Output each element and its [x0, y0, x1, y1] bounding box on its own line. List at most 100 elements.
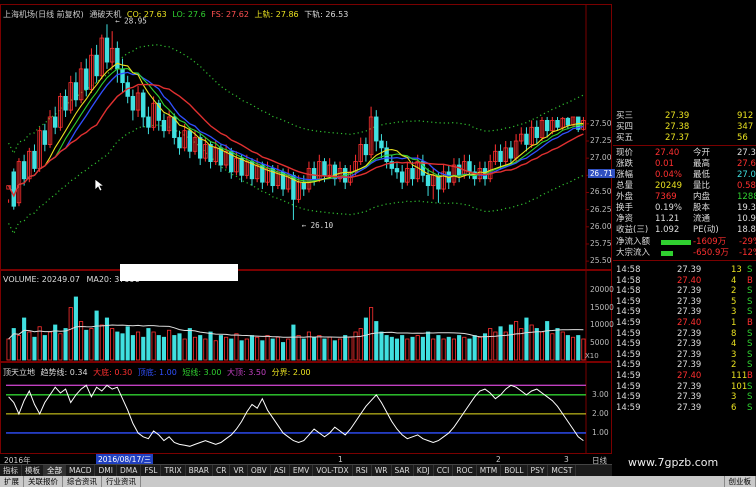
candle-body	[508, 147, 514, 159]
trade-tick-row: 14:58 27.40 4 B	[613, 276, 756, 286]
candle-body	[141, 92, 146, 118]
volume-bar	[327, 336, 332, 361]
volume-bar	[514, 321, 519, 361]
indicator-tab-指标[interactable]: 指标	[0, 465, 22, 476]
tick-time: 14:58	[616, 275, 641, 286]
volume-bar	[249, 335, 255, 361]
volume-bar	[560, 331, 565, 361]
flow-value: -1609万	[693, 237, 727, 247]
volume-bar	[431, 338, 436, 361]
tick-time: 14:59	[616, 296, 641, 307]
indicator-tab-fsl[interactable]: FSL	[141, 465, 162, 476]
indicator-tab-mtm[interactable]: MTM	[477, 465, 502, 476]
candle-body	[394, 168, 400, 173]
volume-bar	[161, 336, 167, 361]
indicator-tab-boll[interactable]: BOLL	[501, 465, 528, 476]
tick-side: B	[747, 318, 753, 328]
indicator-tab-obv[interactable]: OBV	[248, 465, 271, 476]
nav-tab-3[interactable]: 行业资讯	[102, 476, 141, 487]
volume-bar	[73, 296, 78, 361]
stat-value: 27.05	[737, 170, 756, 180]
flow-pct: -29%	[739, 237, 756, 247]
tick-volume: 2	[731, 286, 737, 297]
indicator-tab-sar[interactable]: SAR	[392, 465, 414, 476]
bid-volume: 56	[737, 133, 748, 143]
indicator-tab-cr[interactable]: CR	[213, 465, 231, 476]
upper-band-value: 上轨: 27.86	[254, 10, 299, 19]
volume-bar	[363, 317, 368, 361]
tick-volume: 5	[731, 296, 737, 307]
indicator-tab-psy[interactable]: PSY	[528, 465, 549, 476]
tick-price: 27.39	[677, 381, 702, 392]
volume-y-tick: 15000	[590, 302, 614, 312]
volume-bar	[11, 328, 16, 361]
indicator-tab-asi[interactable]: ASI	[271, 465, 290, 476]
indicator-tab-rsi[interactable]: RSI	[353, 465, 372, 476]
volume-bar	[374, 321, 379, 361]
indicator-tab-trix[interactable]: TRIX	[161, 465, 186, 476]
indicator-tab-cci[interactable]: CCI	[434, 465, 454, 476]
candle-body	[410, 168, 415, 180]
nav-tab-2[interactable]: 综合资讯	[63, 476, 102, 487]
indicator-tab-dmi[interactable]: DMI	[95, 465, 117, 476]
stat-value: 11.21	[655, 214, 680, 224]
tick-time: 14:59	[616, 339, 641, 350]
volume-bar	[317, 335, 322, 361]
indicator-tab-brar[interactable]: BRAR	[186, 465, 214, 476]
tick-side: B	[747, 371, 753, 381]
volume-unit: X10	[585, 352, 599, 360]
legend-top: 大顶: 3.50	[226, 368, 267, 377]
volume-bar	[394, 338, 400, 361]
nav-tab-gem[interactable]: 创业板	[723, 476, 756, 487]
volume-bar	[529, 324, 534, 361]
indicator-y-tick: 2.00	[592, 408, 609, 418]
stat-value: 0.19%	[655, 203, 683, 213]
volume-bar	[275, 336, 280, 361]
date-mark-3: 3	[564, 455, 569, 464]
volume-bar	[312, 336, 317, 361]
volume-bar	[192, 336, 198, 361]
indicator-tab-全部[interactable]: 全部	[44, 465, 66, 476]
indicator-tab-macd[interactable]: MACD	[66, 465, 96, 476]
volume-bar	[53, 324, 58, 361]
indicator-tab-kdj[interactable]: KDJ	[414, 465, 434, 476]
indicator-tab-roc[interactable]: ROC	[453, 465, 477, 476]
stat-value: 0.04%	[655, 170, 683, 180]
volume-bar	[451, 338, 457, 361]
candle-body	[84, 68, 89, 90]
stat-value: 0.58	[737, 181, 756, 191]
indicator-tab-vol-tdx[interactable]: VOL-TDX	[313, 465, 353, 476]
volume-bar	[218, 335, 223, 361]
indicator-tab-模板[interactable]: 模板	[22, 465, 44, 476]
volume-y-tick: 20000	[590, 285, 614, 294]
indicator-tab-wr[interactable]: WR	[372, 465, 392, 476]
tick-side: S	[747, 349, 753, 360]
bid-label: 买四	[616, 122, 634, 132]
bottom-nav-bar: 扩展 关联报价 综合资讯 行业资讯 创业板	[0, 476, 756, 487]
chart-area[interactable]: ← 28.95 ← 26.10 上海机场(日线 前复权) 通破天机 CO: 27.…	[0, 0, 615, 470]
tick-volume: 101	[731, 381, 748, 392]
chart-canvas[interactable]: ← 28.95← 26.10	[0, 0, 612, 464]
candle-body	[311, 168, 317, 180]
indicator-tab-emv[interactable]: EMV	[290, 465, 314, 476]
indicator-tab-dma[interactable]: DMA	[117, 465, 142, 476]
candle-body	[197, 137, 203, 159]
volume-bar	[68, 307, 73, 361]
quote-panel: 买三 27.39 912 买四 27.38 347 买五 27.37 56 现价 27.40 今开 27…	[613, 110, 756, 470]
volume-y-tick: 10000	[590, 320, 614, 329]
indicator-tab-mcst[interactable]: MCST	[548, 465, 577, 476]
nav-tab-1[interactable]: 关联报价	[24, 476, 63, 487]
main-y-tick: 27.50	[590, 118, 612, 128]
indicator-tab-vr[interactable]: VR	[230, 465, 248, 476]
tick-price: 27.39	[677, 286, 702, 297]
volume-bar	[286, 338, 291, 361]
tick-time: 14:58	[616, 286, 641, 297]
volume-bar	[42, 335, 47, 361]
stat-label: 换手	[616, 203, 634, 213]
stat-value: 27.60	[737, 159, 756, 169]
trade-tick-row: 14:58 27.39 13 S	[613, 265, 756, 275]
volume-bar	[141, 336, 146, 361]
candle-body	[42, 130, 48, 145]
volume-bar	[89, 328, 94, 361]
nav-tab-0[interactable]: 扩展	[0, 476, 24, 487]
